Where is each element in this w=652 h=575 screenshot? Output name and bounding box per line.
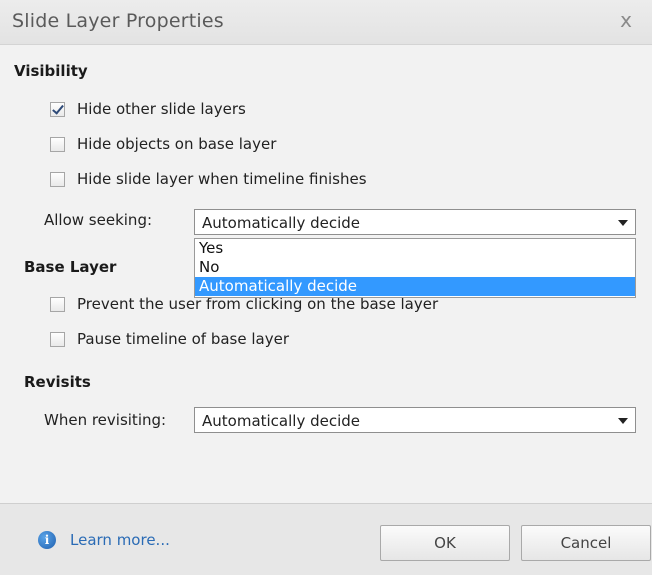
hide-other-slide-layers-option[interactable]: Hide other slide layers [50,98,246,120]
chevron-down-icon[interactable] [618,220,628,226]
seek-option-no[interactable]: No [195,258,635,277]
hide-when-timeline-finishes-checkbox[interactable] [50,171,65,187]
dialog-title: Slide Layer Properties [12,10,224,32]
prevent-click-base-layer-checkbox[interactable] [50,296,65,312]
pause-timeline-base-layer-option[interactable]: Pause timeline of base layer [50,328,289,350]
slide-layer-properties-dialog: Slide Layer Properties x Visibility Hide… [0,0,652,575]
seek-option-automatically-decide[interactable]: Automatically decide [195,277,635,296]
base-layer-heading: Base Layer [24,258,117,276]
allow-seeking-value: Automatically decide [202,214,361,232]
allow-seeking-select[interactable]: Automatically decide [194,209,636,235]
hide-other-slide-layers-label: Hide other slide layers [77,100,246,118]
cancel-button[interactable]: Cancel [521,525,651,561]
pause-timeline-base-layer-checkbox[interactable] [50,331,65,347]
revisits-heading: Revisits [24,373,91,391]
hide-objects-base-layer-checkbox[interactable] [50,136,65,152]
when-revisiting-label: When revisiting: [44,411,167,429]
title-bar: Slide Layer Properties x [0,0,652,45]
hide-objects-base-layer-option[interactable]: Hide objects on base layer [50,133,276,155]
hide-when-timeline-finishes-label: Hide slide layer when timeline finishes [77,170,367,188]
seek-option-yes[interactable]: Yes [195,239,635,258]
allow-seeking-label: Allow seeking: [44,211,153,229]
info-icon[interactable]: i [38,531,56,549]
ok-button[interactable]: OK [380,525,510,561]
chevron-down-icon[interactable] [618,418,628,424]
when-revisiting-value: Automatically decide [202,412,361,430]
when-revisiting-select[interactable]: Automatically decide [194,407,636,433]
hide-other-slide-layers-checkbox[interactable] [50,101,65,117]
hide-objects-base-layer-label: Hide objects on base layer [77,135,277,153]
pause-timeline-base-layer-label: Pause timeline of base layer [77,330,289,348]
learn-more-link[interactable]: Learn more... [70,531,170,549]
hide-when-timeline-finishes-option[interactable]: Hide slide layer when timeline finishes [50,168,367,190]
close-icon[interactable]: x [614,8,638,32]
allow-seeking-dropdown: Yes No Automatically decide [194,238,636,298]
visibility-heading: Visibility [14,62,88,80]
